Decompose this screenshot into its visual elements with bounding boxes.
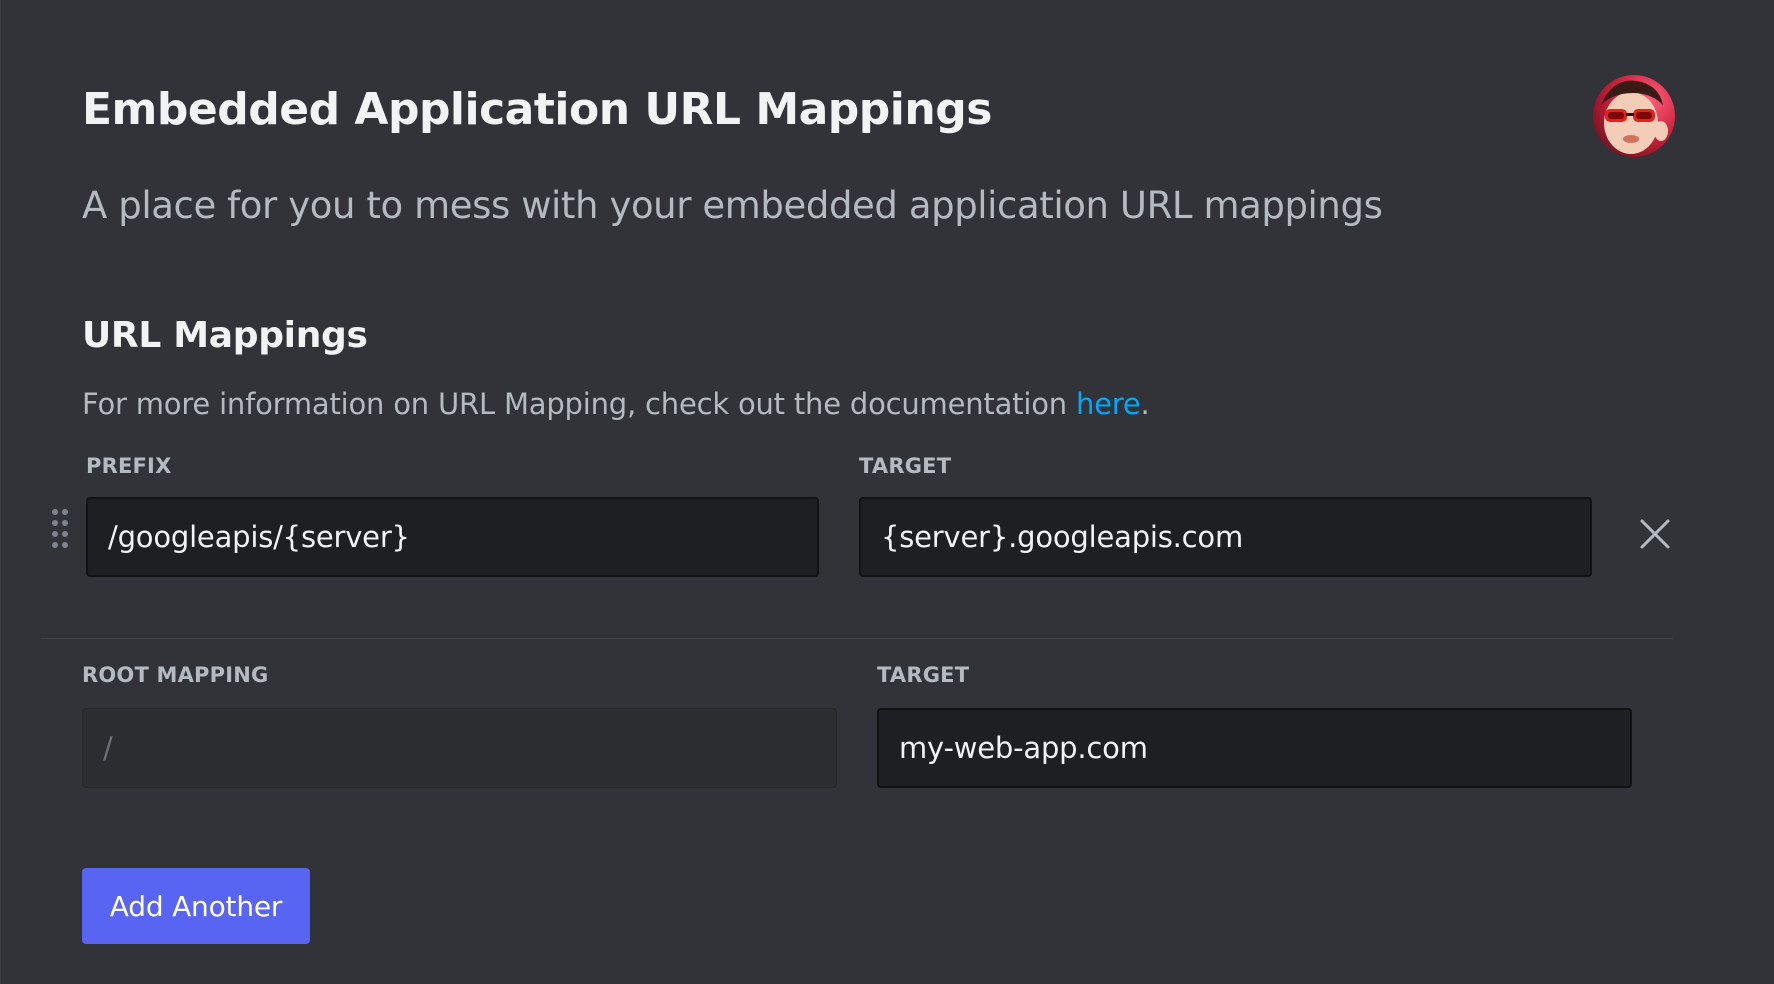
left-edge-divider bbox=[0, 0, 1, 984]
target-input[interactable] bbox=[859, 497, 1592, 577]
user-avatar-icon[interactable] bbox=[1593, 75, 1675, 157]
page-title: Embedded Application URL Mappings bbox=[82, 84, 992, 135]
close-icon[interactable] bbox=[1637, 516, 1673, 552]
add-another-button[interactable]: Add Another bbox=[82, 868, 310, 944]
documentation-link[interactable]: here bbox=[1076, 387, 1141, 421]
root-target-label: TARGET bbox=[877, 663, 970, 687]
drag-handle-icon[interactable] bbox=[50, 508, 70, 550]
url-mappings-title: URL Mappings bbox=[82, 315, 368, 356]
prefix-input[interactable] bbox=[86, 497, 819, 577]
page: Embedded Application URL Mappings A plac… bbox=[0, 0, 1774, 984]
url-mappings-info: For more information on URL Mapping, che… bbox=[82, 387, 1150, 421]
prefix-label: PREFIX bbox=[86, 454, 172, 478]
info-text-suffix: . bbox=[1140, 387, 1150, 421]
root-mapping-label: ROOT MAPPING bbox=[82, 663, 269, 687]
info-text-prefix: For more information on URL Mapping, che… bbox=[82, 387, 1076, 421]
section-divider bbox=[41, 638, 1673, 639]
root-mapping-input bbox=[82, 708, 837, 788]
root-target-input[interactable] bbox=[877, 708, 1632, 788]
avatar-image bbox=[1593, 75, 1675, 157]
page-subtitle: A place for you to mess with your embedd… bbox=[82, 184, 1383, 227]
target-label: TARGET bbox=[859, 454, 952, 478]
